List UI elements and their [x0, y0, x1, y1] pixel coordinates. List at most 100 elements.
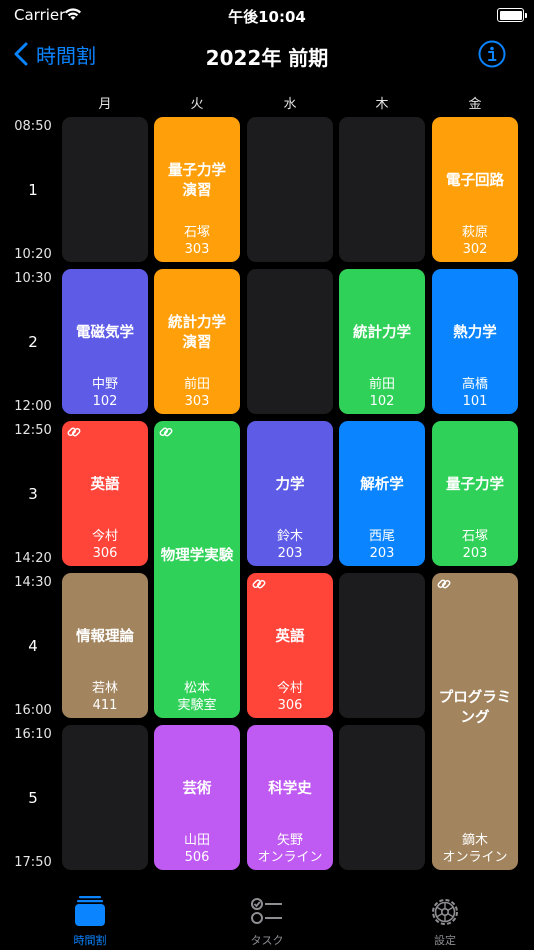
period-number: 5	[28, 789, 38, 807]
class-teacher: 矢野	[276, 833, 303, 848]
class-cell[interactable]: 物理学実験松本実験室	[154, 421, 240, 718]
tab-settings[interactable]: 設定	[385, 878, 505, 950]
tab-timetable[interactable]: 時間割	[30, 878, 150, 950]
status-bar: Carrier 午後10:04	[0, 0, 534, 30]
class-meta: 石塚 203	[432, 528, 518, 562]
class-teacher: 今村	[91, 529, 118, 544]
empty-cell[interactable]	[62, 725, 148, 870]
class-teacher: 若林	[91, 681, 118, 696]
day-header: 月	[98, 97, 112, 112]
class-cell[interactable]: 統計力学 演習前田 303	[154, 269, 240, 414]
class-meta: 今村 306	[62, 528, 148, 562]
period-number: 4	[28, 637, 38, 655]
class-room: 303	[184, 242, 210, 257]
period-start-time: 10:30	[14, 271, 52, 286]
class-teacher: 前田	[368, 377, 395, 392]
class-room: 306	[92, 546, 118, 561]
class-cell[interactable]: 芸術 山田 506	[154, 725, 240, 870]
class-subject: 英語	[275, 628, 305, 645]
empty-cell[interactable]	[339, 117, 425, 262]
gear-icon	[425, 894, 465, 930]
empty-cell[interactable]	[62, 117, 148, 262]
class-room: 実験室	[177, 698, 217, 713]
class-room: 506	[184, 850, 210, 865]
day-header: 火	[190, 97, 204, 112]
class-teacher: 中野	[91, 377, 118, 392]
class-cell[interactable]: 情報理論若林 411	[62, 573, 148, 718]
class-room: 411	[92, 698, 118, 713]
empty-cell[interactable]	[247, 269, 333, 414]
battery-icon	[497, 8, 527, 22]
class-meta: 鈴木 203	[247, 528, 333, 562]
class-room: 306	[277, 698, 303, 713]
class-teacher: 今村	[276, 681, 303, 696]
class-subject: 量子力学	[446, 476, 504, 493]
day-header: 水	[283, 97, 297, 112]
class-meta: 石塚 303	[154, 224, 240, 258]
class-cell[interactable]: 力学 鈴木 203	[247, 421, 333, 566]
class-room: 203	[277, 546, 303, 561]
class-subject: 電磁気学	[76, 324, 134, 341]
class-teacher: 鏑木	[461, 833, 488, 848]
class-subject: 物理学実験	[160, 547, 234, 564]
class-subject: 統計力学 演習	[168, 314, 226, 351]
class-teacher: 石塚	[461, 529, 488, 544]
period-end-time: 12:00	[14, 399, 52, 414]
class-cell[interactable]: 電子回路萩原 302	[432, 117, 518, 262]
class-room: 102	[92, 394, 118, 409]
status-time: 午後10:04	[228, 8, 306, 26]
class-meta: 高橋 101	[432, 376, 518, 410]
class-meta: 萩原 302	[432, 224, 518, 258]
class-subject: 情報理論	[76, 628, 134, 645]
class-subject: プログラミ ング	[438, 689, 512, 726]
stack-icon	[70, 894, 110, 930]
period-end-time: 16:00	[14, 703, 52, 718]
class-teacher: 山田	[183, 833, 210, 848]
class-cell[interactable]: 熱力学高橋 101	[432, 269, 518, 414]
class-teacher: 西尾	[368, 529, 395, 544]
class-cell[interactable]: 量子力学 演習 石塚 303	[154, 117, 240, 262]
class-cell[interactable]: 英語今村 306	[247, 573, 333, 718]
class-meta: 中野 102	[62, 376, 148, 410]
class-teacher: 前田	[183, 377, 210, 392]
class-cell[interactable]: 統計力学 前田 102	[339, 269, 425, 414]
class-cell[interactable]: 電磁気学中野 102	[62, 269, 148, 414]
period-start-time: 16:10	[14, 727, 52, 742]
tab-tasks-label: タスク	[250, 934, 284, 947]
period-number: 2	[28, 333, 38, 351]
class-subject: 熱力学	[453, 324, 497, 341]
class-subject: 英語	[90, 476, 120, 493]
period-number: 3	[28, 485, 38, 503]
class-subject: 科学史	[268, 780, 312, 797]
class-room: 203	[462, 546, 488, 561]
tab-tasks[interactable]: タスク	[207, 878, 327, 950]
class-subject: 量子力学 演習	[168, 162, 226, 199]
class-teacher: 高橋	[461, 377, 488, 392]
class-cell[interactable]: 解析学 西尾 203	[339, 421, 425, 566]
class-room: オンライン	[257, 850, 323, 865]
class-subject: 電子回路	[446, 172, 504, 189]
class-meta: 西尾 203	[339, 528, 425, 562]
tab-timetable-label: 時間割	[73, 934, 107, 947]
class-meta: 山田 506	[154, 832, 240, 866]
info-icon[interactable]	[478, 40, 506, 68]
period-end-time: 17:50	[14, 855, 52, 870]
period-end-time: 14:20	[14, 551, 52, 566]
class-cell[interactable]: 量子力学石塚 203	[432, 421, 518, 566]
empty-cell[interactable]	[339, 573, 425, 718]
class-room: 101	[462, 394, 488, 409]
class-meta: 松本 実験室	[154, 680, 240, 714]
day-header: 木	[375, 97, 389, 112]
class-cell[interactable]: 科学史矢野オンライン	[247, 725, 333, 870]
link-icon	[67, 427, 81, 437]
empty-cell[interactable]	[339, 725, 425, 870]
period-start-time: 14:30	[14, 575, 52, 590]
class-meta: 鏑木 オンライン	[432, 832, 518, 866]
class-meta: 前田 102	[339, 376, 425, 410]
class-teacher: 松本	[183, 681, 210, 696]
class-cell[interactable]: 英語今村 306	[62, 421, 148, 566]
class-room: 303	[184, 394, 210, 409]
empty-cell[interactable]	[247, 117, 333, 262]
class-cell[interactable]: プログラミ ング 鏑木 オンライン	[432, 573, 518, 870]
class-room: 203	[369, 546, 395, 561]
